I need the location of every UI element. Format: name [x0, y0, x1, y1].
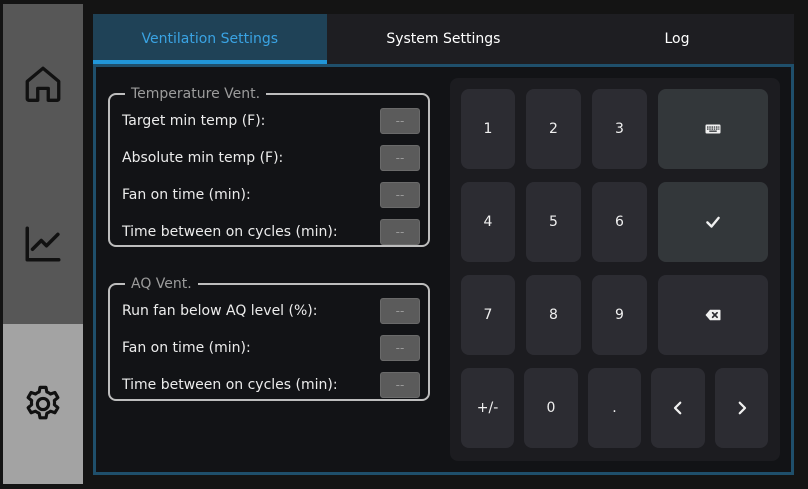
field-row: Run fan below AQ level (%): -- — [122, 297, 420, 325]
check-icon — [706, 216, 720, 228]
aq-vent-group: AQ Vent. Run fan below AQ level (%): -- … — [108, 276, 430, 401]
absolute-min-temp-input[interactable]: -- — [380, 145, 420, 171]
field-row: Target min temp (F): -- — [122, 107, 420, 135]
temp-fan-on-time-label: Fan on time (min): — [122, 187, 251, 203]
aq-vent-title: AQ Vent. — [131, 276, 192, 292]
temp-fan-on-time-input[interactable]: -- — [380, 182, 420, 208]
aq-level-label: Run fan below AQ level (%): — [122, 303, 318, 319]
aq-level-input[interactable]: -- — [380, 298, 420, 324]
key-5[interactable]: 5 — [526, 182, 581, 262]
nav-charts[interactable] — [3, 164, 83, 324]
key-8[interactable]: 8 — [526, 275, 581, 355]
key-9[interactable]: 9 — [592, 275, 647, 355]
chart-line-icon — [25, 226, 61, 262]
aq-time-between-cycles-label: Time between on cycles (min): — [122, 377, 338, 393]
decimal-point-key[interactable]: . — [588, 368, 641, 448]
aq-fan-on-time-label: Fan on time (min): — [122, 340, 251, 356]
key-2[interactable]: 2 — [526, 89, 581, 169]
field-row: Absolute min temp (F): -- — [122, 144, 420, 172]
field-row: Time between on cycles (min): -- — [122, 371, 420, 399]
backspace-button[interactable] — [658, 275, 768, 355]
aq-fan-on-time-input[interactable]: -- — [380, 335, 420, 361]
field-row: Fan on time (min): -- — [122, 334, 420, 362]
field-row: Fan on time (min): -- — [122, 181, 420, 209]
tab-bar: Ventilation Settings System Settings Log — [93, 14, 794, 64]
nav-settings[interactable] — [3, 324, 83, 484]
sidebar — [3, 4, 83, 484]
cursor-right-button[interactable] — [715, 368, 768, 448]
temperature-vent-title: Temperature Vent. — [131, 86, 261, 102]
numeric-keypad: 1 2 3 4 5 6 7 8 9 +/- 0 . — [450, 78, 780, 461]
ventilation-settings-panel: Temperature Vent. Target min temp (F): -… — [93, 64, 794, 475]
gear-icon — [26, 385, 60, 420]
cursor-left-button[interactable] — [651, 368, 705, 448]
key-0[interactable]: 0 — [524, 368, 578, 448]
home-icon — [25, 66, 61, 102]
temp-time-between-cycles-input[interactable]: -- — [380, 219, 420, 245]
backspace-icon — [705, 309, 721, 321]
aq-time-between-cycles-input[interactable]: -- — [380, 372, 420, 398]
key-1[interactable]: 1 — [461, 89, 515, 169]
key-4[interactable]: 4 — [461, 182, 515, 262]
target-min-temp-input[interactable]: -- — [380, 108, 420, 134]
main-panel: Ventilation Settings System Settings Log… — [93, 14, 794, 475]
chevron-right-icon — [738, 401, 746, 415]
absolute-min-temp-label: Absolute min temp (F): — [122, 150, 284, 166]
field-row: Time between on cycles (min): -- — [122, 218, 420, 246]
confirm-button[interactable] — [658, 182, 768, 262]
tab-ventilation-settings[interactable]: Ventilation Settings — [93, 14, 327, 64]
nav-home[interactable] — [3, 4, 83, 164]
target-min-temp-label: Target min temp (F): — [122, 113, 266, 129]
key-7[interactable]: 7 — [461, 275, 515, 355]
temp-time-between-cycles-label: Time between on cycles (min): — [122, 224, 338, 240]
key-6[interactable]: 6 — [592, 182, 647, 262]
chevron-left-icon — [673, 401, 682, 415]
keyboard-button[interactable] — [658, 89, 768, 169]
keyboard-icon — [705, 124, 721, 134]
tab-system-settings[interactable]: System Settings — [327, 14, 561, 64]
plus-minus-key[interactable]: +/- — [461, 368, 514, 448]
temperature-vent-group: Temperature Vent. Target min temp (F): -… — [108, 86, 430, 247]
tab-log[interactable]: Log — [560, 14, 794, 64]
key-3[interactable]: 3 — [592, 89, 647, 169]
